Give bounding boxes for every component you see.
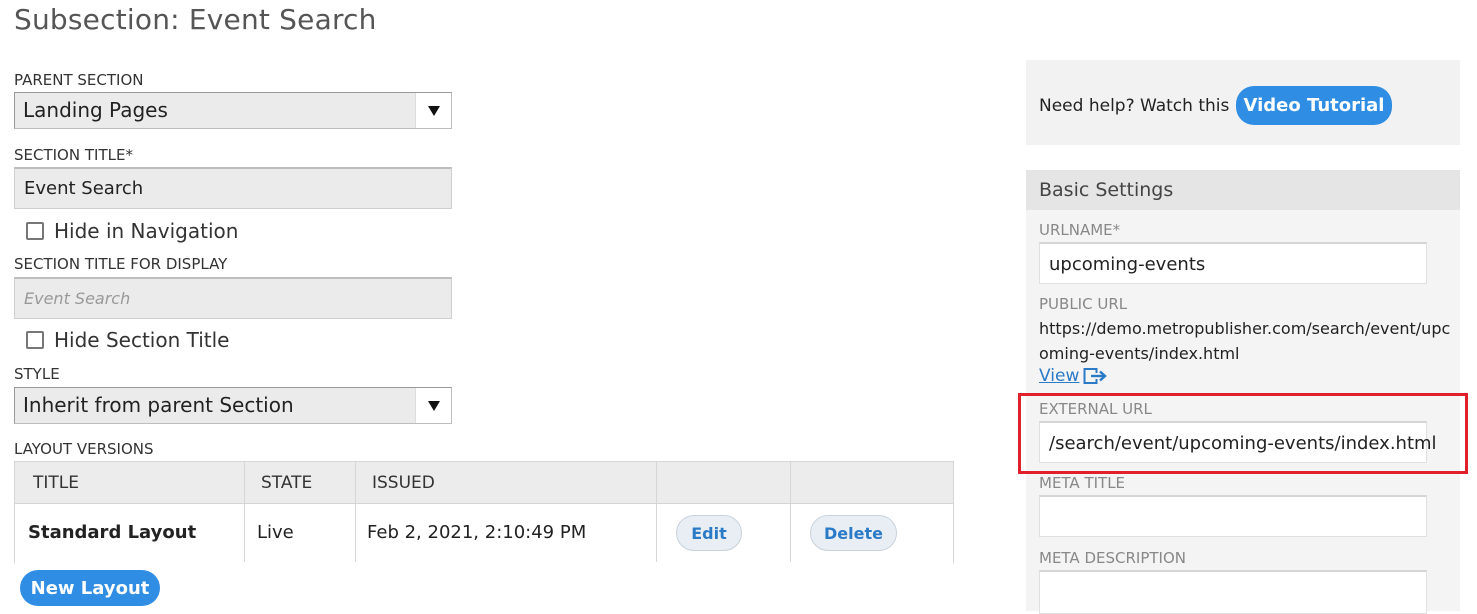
urlname-label: URLNAME* — [1039, 221, 1121, 239]
urlname-input[interactable]: upcoming-events — [1039, 242, 1427, 284]
page-title: Subsection: Event Search — [14, 3, 377, 36]
section-title-value: Event Search — [24, 178, 144, 199]
delete-layout-button[interactable]: Delete — [810, 515, 897, 551]
meta-title-input[interactable] — [1039, 495, 1427, 537]
style-label: STYLE — [14, 365, 60, 383]
hide-section-title-label: Hide Section Title — [54, 328, 230, 352]
section-title-display-label: SECTION TITLE FOR DISPLAY — [14, 255, 228, 273]
layout-state-cell: Live — [257, 522, 294, 543]
parent-section-label: PARENT SECTION — [14, 71, 144, 89]
hide-section-title-checkbox[interactable] — [26, 331, 44, 349]
column-header-state: STATE — [261, 473, 313, 493]
section-title-input[interactable]: Event Search — [14, 167, 452, 209]
urlname-value: upcoming-events — [1049, 254, 1206, 275]
external-link-icon — [1083, 368, 1108, 384]
parent-section-select[interactable]: Landing Pages — [14, 92, 452, 129]
hide-in-navigation-checkbox[interactable] — [26, 222, 44, 240]
section-title-display-input[interactable]: Event Search — [14, 277, 452, 319]
meta-description-label: META DESCRIPTION — [1039, 549, 1186, 567]
style-value: Inherit from parent Section — [23, 393, 294, 417]
meta-title-label: META TITLE — [1039, 474, 1126, 492]
view-link[interactable]: View — [1039, 366, 1109, 386]
column-header-title: TITLE — [33, 473, 79, 493]
column-header-issued: ISSUED — [372, 473, 435, 493]
help-text: Need help? Watch this — [1039, 96, 1230, 116]
layout-issued-cell: Feb 2, 2021, 2:10:49 PM — [367, 522, 587, 543]
new-layout-button[interactable]: New Layout — [20, 570, 160, 606]
hide-in-navigation-row[interactable]: Hide in Navigation — [26, 219, 238, 243]
chevron-down-icon — [428, 401, 440, 411]
chevron-down-icon — [428, 106, 440, 116]
public-url-label: PUBLIC URL — [1039, 295, 1128, 313]
basic-settings-header[interactable]: Basic Settings — [1026, 170, 1460, 210]
parent-section-value: Landing Pages — [23, 98, 168, 122]
layout-versions-label: LAYOUT VERSIONS — [14, 440, 154, 458]
table-header: TITLE STATE ISSUED — [15, 462, 953, 503]
public-url-value: https://demo.metropublisher.com/search/e… — [1039, 319, 1451, 363]
hide-in-navigation-label: Hide in Navigation — [54, 219, 239, 243]
edit-layout-button[interactable]: Edit — [676, 515, 742, 551]
basic-settings-panel: Basic Settings URLNAME* upcoming-events … — [1026, 170, 1460, 614]
meta-description-input[interactable] — [1039, 570, 1427, 614]
video-tutorial-button[interactable]: Video Tutorial — [1236, 86, 1392, 125]
help-box: Need help? Watch this Video Tutorial — [1026, 60, 1460, 145]
section-title-display-placeholder: Event Search — [24, 289, 131, 308]
style-select[interactable]: Inherit from parent Section — [14, 387, 452, 424]
section-title-label: SECTION TITLE* — [14, 146, 133, 164]
view-link-label: View — [1039, 366, 1080, 386]
basic-settings-title: Basic Settings — [1039, 179, 1174, 201]
layout-title-cell: Standard Layout — [28, 522, 197, 543]
hide-section-title-row[interactable]: Hide Section Title — [26, 328, 229, 352]
table-row: Standard Layout Live Feb 2, 2021, 2:10:4… — [15, 503, 953, 563]
layout-versions-table: TITLE STATE ISSUED Standard Layout Live … — [14, 461, 954, 563]
external-url-highlight-box — [1018, 393, 1468, 474]
